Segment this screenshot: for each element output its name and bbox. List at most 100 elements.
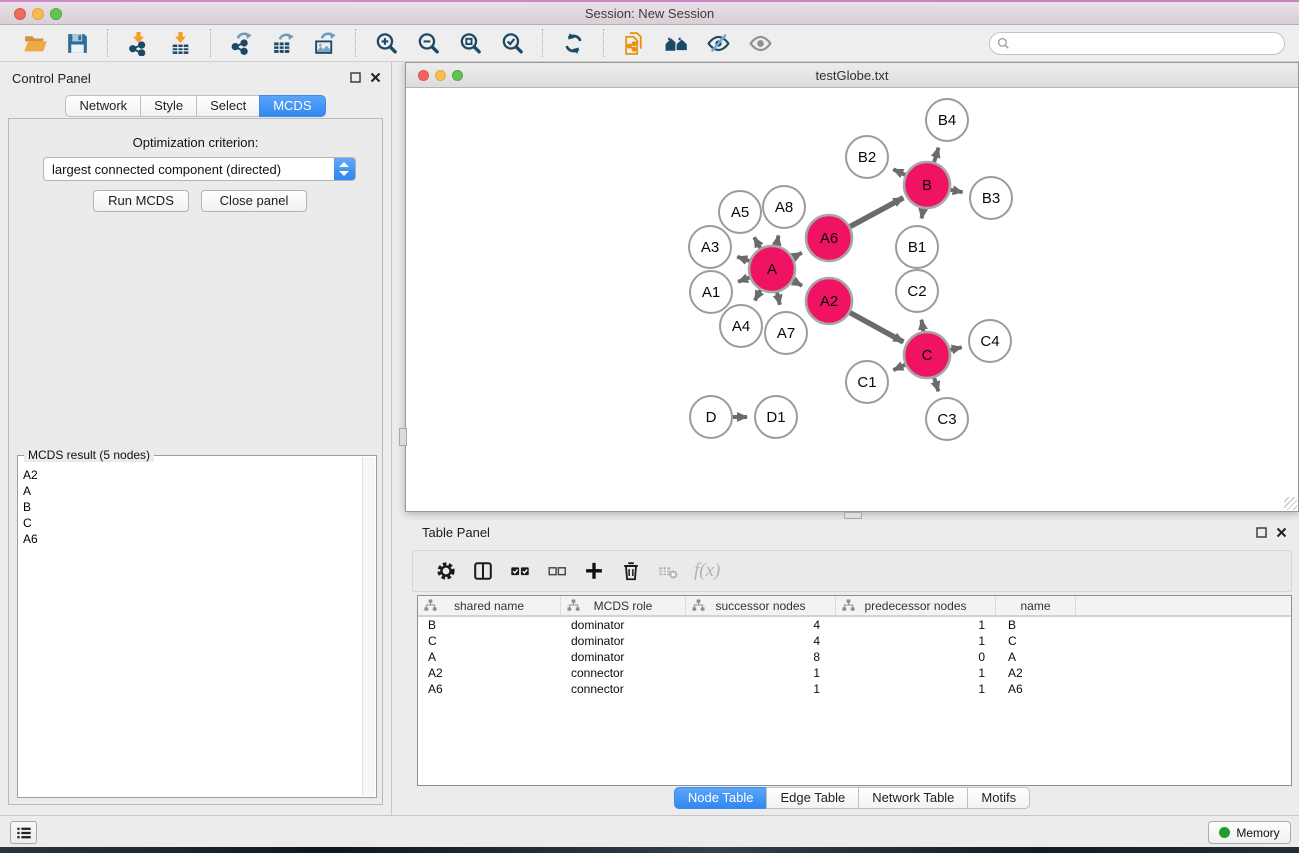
new-session-from-network-icon[interactable] (620, 29, 648, 57)
table-cell[interactable]: A2 (418, 665, 561, 681)
zoom-out-icon[interactable] (414, 29, 442, 57)
table-cell[interactable]: 1 (836, 681, 996, 697)
edge-C-C1[interactable] (893, 365, 905, 370)
zoom-fit-icon[interactable] (456, 29, 484, 57)
open-session-home-icon[interactable] (662, 29, 690, 57)
edge-A-A3[interactable] (737, 257, 749, 261)
table-cell[interactable]: 1 (836, 633, 996, 649)
mcds-result-item[interactable]: C (23, 515, 362, 531)
zoom-in-icon[interactable] (372, 29, 400, 57)
edge-A-A2[interactable] (793, 281, 802, 286)
table-cell[interactable]: C (996, 633, 1076, 649)
table-cell[interactable]: 1 (686, 665, 836, 681)
export-table-icon[interactable] (269, 29, 297, 57)
network-canvas[interactable]: B4B2BB3A5A8A6A3B1AA1C2A2A4A7C4CC1DD1C3 (406, 88, 1298, 511)
export-image-icon[interactable] (311, 29, 339, 57)
split-columns-icon[interactable] (471, 559, 495, 583)
eye-disabled-icon[interactable] (746, 29, 774, 57)
column-header-shared-name[interactable]: shared name (418, 596, 561, 615)
gear-icon[interactable] (434, 559, 458, 583)
table-cell[interactable]: 1 (836, 665, 996, 681)
edge-C-C3[interactable] (934, 378, 938, 391)
column-header-successor-nodes[interactable]: successor nodes (686, 596, 836, 615)
table-cell[interactable]: connector (561, 681, 686, 697)
table-cell[interactable]: 4 (686, 617, 836, 633)
tab-network-table[interactable]: Network Table (858, 787, 968, 809)
edge-A-A1[interactable] (738, 278, 749, 282)
close-panel-button[interactable]: Close panel (201, 190, 307, 212)
show-hide-graphics-icon[interactable] (704, 29, 732, 57)
refresh-icon[interactable] (559, 29, 587, 57)
table-row[interactable]: Cdominator41C (418, 633, 1291, 649)
edge-B-B1[interactable] (922, 209, 924, 219)
table-cell[interactable]: 1 (686, 681, 836, 697)
panel-grip-horizontal[interactable] (844, 512, 862, 519)
unselect-all-columns-icon[interactable] (545, 559, 569, 583)
save-session-icon[interactable] (63, 29, 91, 57)
table-row[interactable]: Bdominator41B (418, 617, 1291, 633)
memory-button[interactable]: Memory (1208, 821, 1291, 844)
window-resize-grip[interactable] (1284, 497, 1297, 510)
open-file-icon[interactable] (21, 29, 49, 57)
search-field[interactable] (989, 32, 1285, 55)
import-network-icon[interactable] (124, 29, 152, 57)
tab-node-table[interactable]: Node Table (674, 787, 768, 809)
table-cell[interactable]: A2 (996, 665, 1076, 681)
table-cell[interactable]: A (418, 649, 561, 665)
table-row[interactable]: Adominator80A (418, 649, 1291, 665)
mcds-result-item[interactable]: A6 (23, 531, 362, 547)
edge-B-B3[interactable] (951, 190, 963, 192)
delete-row-icon[interactable] (619, 559, 643, 583)
edge-B-B4[interactable] (934, 148, 938, 162)
float-panel-icon[interactable] (350, 72, 361, 83)
edge-A-A5[interactable] (754, 237, 760, 248)
close-panel-icon[interactable] (1276, 527, 1287, 538)
edge-C-C4[interactable] (950, 347, 961, 350)
zoom-selected-icon[interactable] (498, 29, 526, 57)
table-row[interactable]: A6connector11A6 (418, 681, 1291, 697)
delete-column-icon[interactable] (656, 559, 680, 583)
search-input[interactable] (1010, 34, 1284, 53)
add-column-icon[interactable] (582, 559, 606, 583)
mcds-result-item[interactable]: A2 (23, 467, 362, 483)
mcds-result-item[interactable]: A (23, 483, 362, 499)
table-cell[interactable]: B (996, 617, 1076, 633)
table-cell[interactable]: A6 (418, 681, 561, 697)
mcds-result-item[interactable]: B (23, 499, 362, 515)
table-row[interactable]: A2connector11A2 (418, 665, 1291, 681)
export-network-icon[interactable] (227, 29, 255, 57)
result-scrollbar[interactable] (362, 457, 375, 796)
network-window-titlebar[interactable]: testGlobe.txt (406, 63, 1298, 88)
edge-A-A7[interactable] (777, 292, 780, 304)
table-cell[interactable]: dominator (561, 617, 686, 633)
table-cell[interactable]: dominator (561, 649, 686, 665)
table-cell[interactable]: 0 (836, 649, 996, 665)
criterion-dropdown[interactable]: largest connected component (directed) (43, 157, 356, 181)
table-cell[interactable]: A6 (996, 681, 1076, 697)
table-cell[interactable]: B (418, 617, 561, 633)
tab-mcds[interactable]: MCDS (259, 95, 325, 117)
edge-C-C2[interactable] (922, 320, 924, 332)
column-header-mcds-role[interactable]: MCDS role (561, 596, 686, 615)
tab-style[interactable]: Style (140, 95, 197, 117)
edge-A-A6[interactable] (793, 253, 802, 258)
column-header-name[interactable]: name (996, 596, 1076, 615)
table-cell[interactable]: A (996, 649, 1076, 665)
table-cell[interactable]: C (418, 633, 561, 649)
table-cell[interactable]: connector (561, 665, 686, 681)
edge-A2-C[interactable] (850, 313, 903, 342)
tab-network[interactable]: Network (65, 95, 141, 117)
edge-A6-B[interactable] (850, 198, 903, 227)
table-cell[interactable]: 8 (686, 649, 836, 665)
run-mcds-button[interactable]: Run MCDS (93, 190, 189, 212)
tab-edge-table[interactable]: Edge Table (766, 787, 859, 809)
table-cell[interactable]: dominator (561, 633, 686, 649)
close-panel-icon[interactable] (370, 72, 381, 83)
show-panels-button[interactable] (10, 821, 37, 844)
edge-A-A8[interactable] (777, 236, 779, 246)
edge-B-B2[interactable] (893, 169, 905, 175)
table-cell[interactable]: 4 (686, 633, 836, 649)
import-table-icon[interactable] (166, 29, 194, 57)
table-cell[interactable]: 1 (836, 617, 996, 633)
tab-motifs[interactable]: Motifs (967, 787, 1030, 809)
